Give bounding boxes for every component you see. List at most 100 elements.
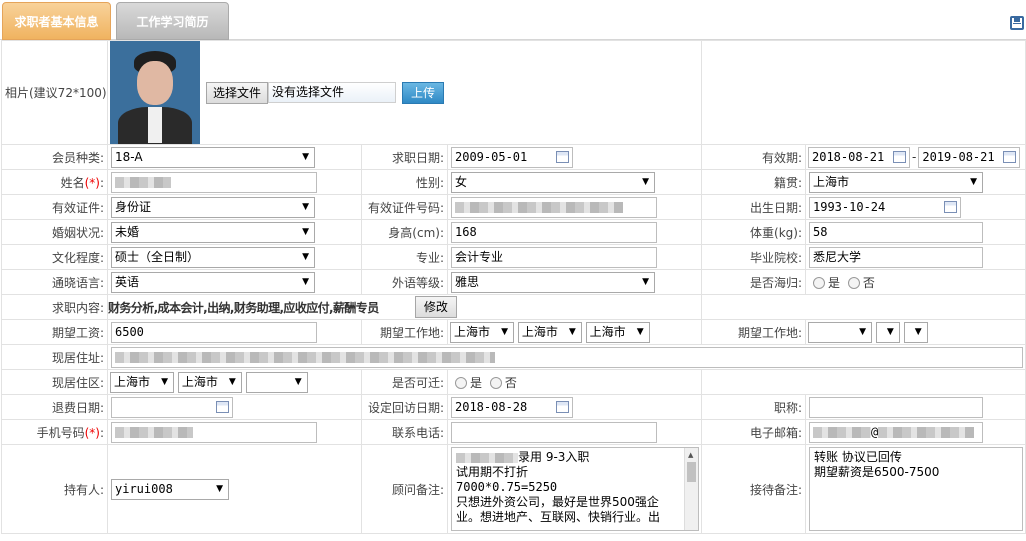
returnee-yes-radio[interactable] <box>813 277 825 289</box>
textarea-scrollbar[interactable] <box>684 448 698 530</box>
refund-date-input[interactable] <box>111 396 233 418</box>
name-label-text: 姓名 <box>60 175 85 190</box>
salary-input[interactable]: 6500 <box>111 321 317 343</box>
work-place-2-label: 期望工作地: <box>701 319 806 345</box>
living-area-district-select[interactable]: ▼ <box>245 371 308 393</box>
valid-from-value: 2018-08-21 <box>812 149 885 164</box>
edit-job-content-button[interactable]: 修改 <box>414 296 457 318</box>
school-input[interactable]: 悉尼大学 <box>809 246 983 268</box>
work-place-2-city-select[interactable]: ▼ <box>875 321 900 343</box>
advisor-note-line-5: 业。想进地产、互联网、快销行业。出 <box>456 510 661 524</box>
valid-to-input[interactable]: 2019-08-21 <box>918 146 1021 168</box>
language-level-value: 雅思 <box>455 274 480 289</box>
work-place-district-value: 上海市 <box>589 324 626 339</box>
job-date-input[interactable]: 2009-05-01 <box>451 146 573 168</box>
applicant-form: 相片(建议72*100): 选择文件 没有选择文件 上传 会员种类: 18-A ▼… <box>1 40 1026 534</box>
advisor-note-line-4: 只想进外资公司，最好是世界500强企 <box>456 495 659 509</box>
gender-select[interactable]: 女 ▼ <box>451 171 655 193</box>
native-place-select[interactable]: 上海市 ▼ <box>809 171 983 193</box>
living-area-label: 现居住区: <box>1 369 108 395</box>
photo-empty-cell <box>701 40 1026 145</box>
work-place-city-select[interactable]: 上海市 ▼ <box>517 321 582 343</box>
relocate-empty-cell <box>701 369 1026 395</box>
mobile-label-colon: : <box>99 425 104 440</box>
education-value: 硕士（全日制） <box>115 249 200 264</box>
id-number-input[interactable] <box>451 196 657 218</box>
language-level-select[interactable]: 雅思 ▼ <box>451 271 655 293</box>
weight-input[interactable]: 58 <box>809 221 983 243</box>
work-place-district-select[interactable]: 上海市 ▼ <box>585 321 650 343</box>
tab-work-study-resume[interactable]: 工作学习简历 <box>116 2 229 40</box>
job-content-value: 财务分析,成本会计,出纳,财务助理,应收应付,薪酬专员 <box>108 300 380 315</box>
job-date-value: 2009-05-01 <box>455 149 528 164</box>
calendar-icon[interactable] <box>216 400 229 413</box>
reception-note-line-1: 转账 协议已回传 <box>814 450 902 464</box>
school-label: 毕业院校: <box>701 244 806 270</box>
marital-select[interactable]: 未婚 ▼ <box>111 221 315 243</box>
work-place-2-province-select[interactable]: ▼ <box>808 321 872 343</box>
calendar-icon[interactable] <box>556 400 569 413</box>
save-icon[interactable] <box>1010 16 1024 30</box>
major-input[interactable]: 会计专业 <box>451 246 657 268</box>
title-label: 职称: <box>701 394 806 420</box>
tab-basic-info[interactable]: 求职者基本信息 <box>2 2 111 40</box>
upload-button[interactable]: 上传 <box>402 81 445 104</box>
major-label: 专业: <box>361 244 448 270</box>
language-select[interactable]: 英语 ▼ <box>111 271 315 293</box>
mobile-input[interactable] <box>111 421 317 443</box>
choose-file-button[interactable]: 选择文件 <box>206 81 269 104</box>
member-type-label: 会员种类: <box>1 144 108 170</box>
chevron-down-icon: ▼ <box>501 326 508 337</box>
chevron-down-icon: ▼ <box>642 176 649 187</box>
redacted-email-user <box>813 426 871 438</box>
relocate-yes-radio[interactable] <box>455 377 467 389</box>
holder-select[interactable]: yirui008 ▼ <box>111 478 229 500</box>
calendar-icon[interactable] <box>893 150 906 163</box>
address-input[interactable] <box>111 346 1023 368</box>
relocate-no-label: 否 <box>504 375 517 390</box>
name-input[interactable] <box>111 171 317 193</box>
id-type-label: 有效证件: <box>1 194 108 220</box>
chevron-down-icon: ▼ <box>642 276 649 287</box>
id-type-value: 身份证 <box>115 199 152 214</box>
title-input[interactable] <box>809 396 983 418</box>
chevron-down-icon: ▼ <box>568 326 576 337</box>
work-place-city-value: 上海市 <box>521 324 558 339</box>
redacted-email-domain <box>878 426 975 438</box>
valid-from-input[interactable]: 2018-08-21 <box>808 146 910 168</box>
education-select[interactable]: 硕士（全日制） ▼ <box>111 246 315 268</box>
advisor-note-textarea[interactable]: 录用 9-3入职 试用期不打折 7000*0.75=5250 只想进外资公司，最… <box>451 447 699 531</box>
chevron-down-icon: ▼ <box>216 483 223 494</box>
applicant-photo <box>110 41 200 144</box>
work-place-province-select[interactable]: 上海市 ▼ <box>450 321 514 343</box>
reception-note-line-2: 期望薪资是6500-7500 <box>814 465 940 479</box>
revisit-date-label: 设定回访日期: <box>361 394 448 420</box>
calendar-icon[interactable] <box>556 150 569 163</box>
member-type-select[interactable]: 18-A ▼ <box>111 146 315 168</box>
native-place-label: 籍贯: <box>701 169 806 195</box>
phone-input[interactable] <box>451 421 657 443</box>
email-input[interactable]: @ <box>809 421 983 443</box>
work-place-province-value: 上海市 <box>454 324 491 339</box>
height-input[interactable]: 168 <box>451 221 657 243</box>
living-area-city-select[interactable]: 上海市 ▼ <box>177 371 242 393</box>
birth-date-value: 1993-10-24 <box>813 199 886 214</box>
living-area-province-select[interactable]: 上海市 ▼ <box>110 371 174 393</box>
revisit-date-value: 2018-08-28 <box>455 399 528 414</box>
reception-note-textarea[interactable]: 转账 协议已回传 期望薪资是6500-7500 <box>809 447 1023 531</box>
name-label-colon: : <box>99 175 104 190</box>
returnee-yes-label: 是 <box>828 275 841 290</box>
returnee-label: 是否海归: <box>701 269 806 295</box>
revisit-date-input[interactable]: 2018-08-28 <box>451 396 573 418</box>
calendar-icon[interactable] <box>1003 150 1017 163</box>
holder-label: 持有人: <box>1 444 108 534</box>
work-place-2-district-select[interactable]: ▼ <box>903 321 928 343</box>
weight-label: 体重(kg): <box>701 219 806 245</box>
reception-note-label: 接待备注: <box>701 444 806 534</box>
calendar-icon[interactable] <box>944 200 957 213</box>
id-type-select[interactable]: 身份证 ▼ <box>111 196 315 218</box>
birth-date-input[interactable]: 1993-10-24 <box>809 196 961 218</box>
photo-cell: 选择文件 没有选择文件 上传 <box>107 40 702 145</box>
returnee-no-radio[interactable] <box>847 277 860 289</box>
relocate-no-radio[interactable] <box>489 377 502 389</box>
